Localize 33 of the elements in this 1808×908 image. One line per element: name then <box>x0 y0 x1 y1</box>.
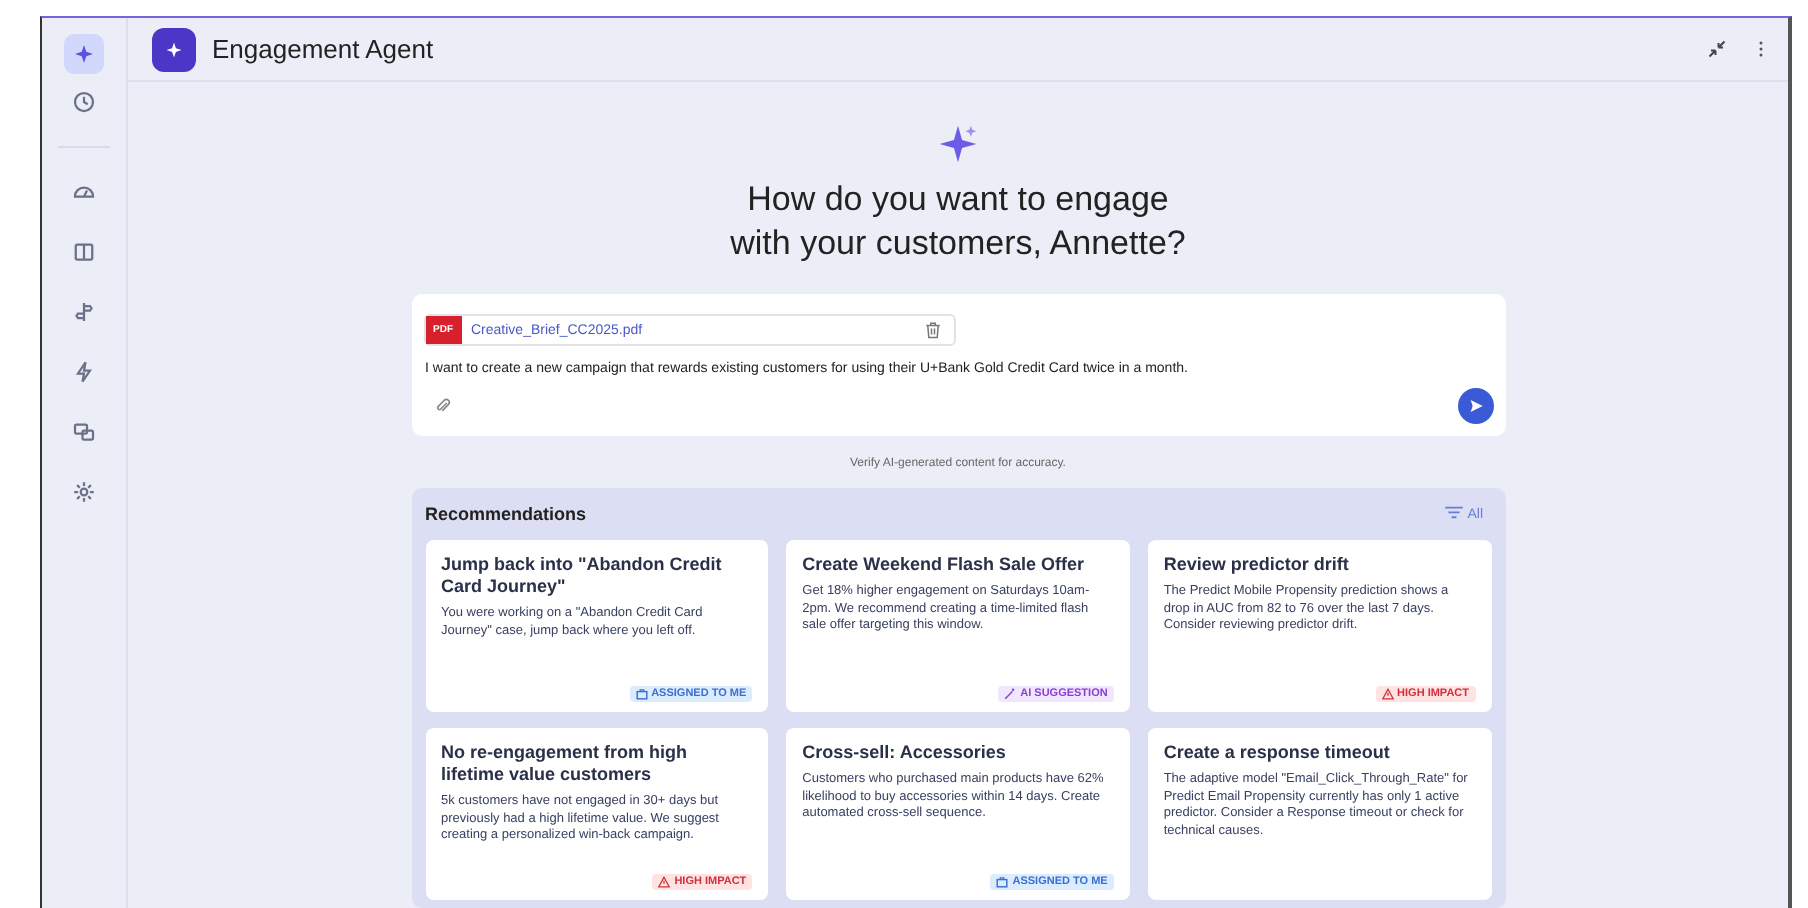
briefcase-icon <box>996 876 1009 888</box>
wand-icon <box>1004 688 1017 700</box>
filter-icon <box>1443 506 1464 522</box>
collapse-icon[interactable] <box>1708 40 1726 58</box>
gear-icon <box>72 480 96 504</box>
more-icon[interactable] <box>1758 40 1764 58</box>
trash-icon[interactable] <box>923 320 941 340</box>
paperclip-icon[interactable] <box>433 396 451 416</box>
branch-icon <box>72 300 96 324</box>
window-title: Engagement Agent <box>212 34 434 64</box>
send-button[interactable] <box>1457 388 1493 424</box>
send-icon <box>1467 398 1483 414</box>
card-title: Cross-sell: Accessories <box>802 742 1008 764</box>
sparkle-icon <box>936 122 980 166</box>
clock-icon <box>72 90 96 114</box>
agent-logo-icon <box>152 27 196 71</box>
card-title: Create a response timeout <box>1163 742 1392 764</box>
card-title: Jump back into "Abandon Credit Card Journey" <box>441 554 724 598</box>
devices-icon <box>72 420 96 444</box>
book-icon <box>72 240 96 264</box>
card-title: Create Weekend Flash Sale Offer <box>802 554 1087 576</box>
sparkle-icon <box>72 42 96 66</box>
greeting-heading: How do you want to engage with your customers, Annette? <box>730 178 1186 266</box>
card-title: Review predictor drift <box>1163 554 1351 576</box>
gauge-icon <box>72 180 96 204</box>
warning-icon <box>658 876 671 888</box>
recommendation-card[interactable] <box>425 728 769 900</box>
warning-icon <box>1381 688 1394 700</box>
card-title: No re-engagement from high lifetime value customers <box>441 742 690 786</box>
section-title: Recommendations <box>425 504 587 524</box>
briefcase-icon <box>635 688 648 700</box>
sidebar-item[interactable] <box>64 34 104 74</box>
bolt-icon <box>72 360 96 384</box>
